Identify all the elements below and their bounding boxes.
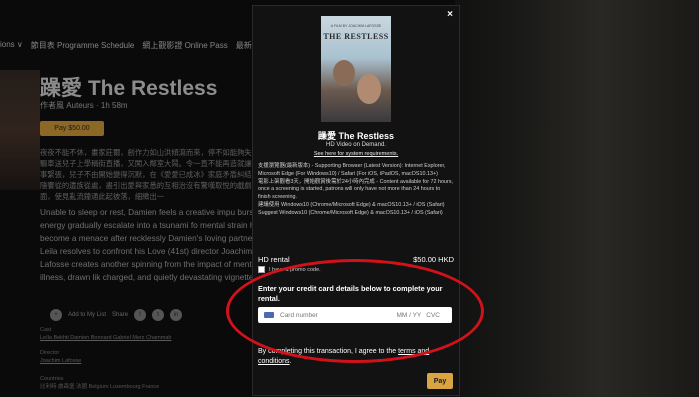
info-suggest-zh: 建議使用 Windows10 (Chrome/Microsoft Edge) &… (258, 201, 445, 208)
info-availability: 電影上架觀看3天，開始觀賞後需於24小時內完成 - Content availa… (258, 178, 454, 201)
viewing-info: 支援瀏覽器(最新版本) - Supporting Browser (Latest… (258, 163, 454, 218)
twitter-icon[interactable]: t (152, 309, 165, 321)
film-poster: A FILM BY JOACHIM LAFOSSE THE RESTLESS (321, 16, 391, 122)
poster-title: THE RESTLESS (323, 32, 389, 41)
countries-label: Countries (40, 376, 64, 382)
director-block: Director Joachim Lafosse (40, 349, 81, 365)
nav-item-online-pass[interactable]: 網上觀影證 Online Pass (142, 40, 227, 51)
info-browsers: 支援瀏覽器(最新版本) - Supporting Browser (Latest… (258, 163, 446, 177)
cast-block: Cast Leïla Bekhti Damien Bonnard Gabriel… (40, 326, 171, 342)
nav-item-programme-schedule[interactable]: 節目表 Programme Schedule (31, 40, 135, 51)
top-nav: ions ∨ 節目表 Programme Schedule 網上觀影證 Onli… (0, 40, 252, 51)
rental-price: $50.00 HKD (413, 255, 454, 264)
share-label: Share (112, 312, 129, 318)
page: ions ∨ 節目表 Programme Schedule 網上觀影證 Onli… (0, 0, 699, 397)
director-value[interactable]: Joachim Lafosse (40, 357, 81, 365)
facebook-icon[interactable]: f (134, 309, 147, 321)
background-photo (455, 0, 699, 397)
poster-director-credit: A FILM BY JOACHIM LAFOSSE (330, 24, 382, 28)
synopsis: 夜夜不能不休，畫家莊爾，創作力如山洪傾瀉而來，停不如能夠失控，驅車送兒子上學稱街… (40, 147, 270, 288)
synopsis-zh: 夜夜不能不休，畫家莊爾，創作力如山洪傾瀉而來，停不如能夠失控，驅車送兒子上學稱街… (40, 148, 267, 201)
modal-title: 躁愛 The Restless (317, 131, 395, 141)
pay-button-background[interactable]: Pay $50.00 (40, 121, 104, 136)
film-meta: 作者風 Auteurs · 1h 58m (40, 101, 128, 110)
film-title: 躁愛 The Restless (40, 77, 218, 100)
modal-subtitle: HD Video on Demand. (326, 142, 386, 148)
system-requirements-link[interactable]: See here for system requirements. (253, 151, 459, 157)
countries-block: Countries 比利時 盧森堡 法國 Belgium Luxembourg … (40, 375, 159, 391)
nav-item-latest[interactable]: 最新 (236, 40, 252, 51)
poster-figure-2 (357, 74, 381, 104)
terms-suffix: . (289, 358, 292, 365)
share-row: + Add to My List Share f t in (50, 309, 183, 321)
pay-button[interactable]: Pay (427, 373, 453, 389)
background-photo-left (0, 70, 40, 190)
add-to-list-link[interactable]: Add to My List (68, 312, 106, 318)
linkedin-icon[interactable]: in (170, 309, 183, 321)
director-label: Director (40, 350, 60, 356)
poster-figure-1 (333, 60, 355, 86)
close-button[interactable]: × (447, 9, 453, 20)
cast-label: Cast (40, 327, 52, 333)
red-annotation-circle (226, 259, 484, 363)
add-icon[interactable]: + (50, 309, 62, 321)
cast-value[interactable]: Leïla Bekhti Damien Bonnard Gabriel Merz… (40, 334, 171, 342)
promo-checkbox[interactable] (258, 266, 265, 273)
rental-label: HD rental (258, 255, 290, 264)
nav-item-sections[interactable]: ions ∨ (0, 40, 23, 51)
synopsis-en: Unable to sleep or rest, Damien feels a … (40, 207, 270, 282)
countries-value: 比利時 盧森堡 法國 Belgium Luxembourg France (40, 384, 160, 390)
info-suggest-en: Suggest Windows10 (Chrome/Microsoft Edge… (258, 209, 443, 216)
